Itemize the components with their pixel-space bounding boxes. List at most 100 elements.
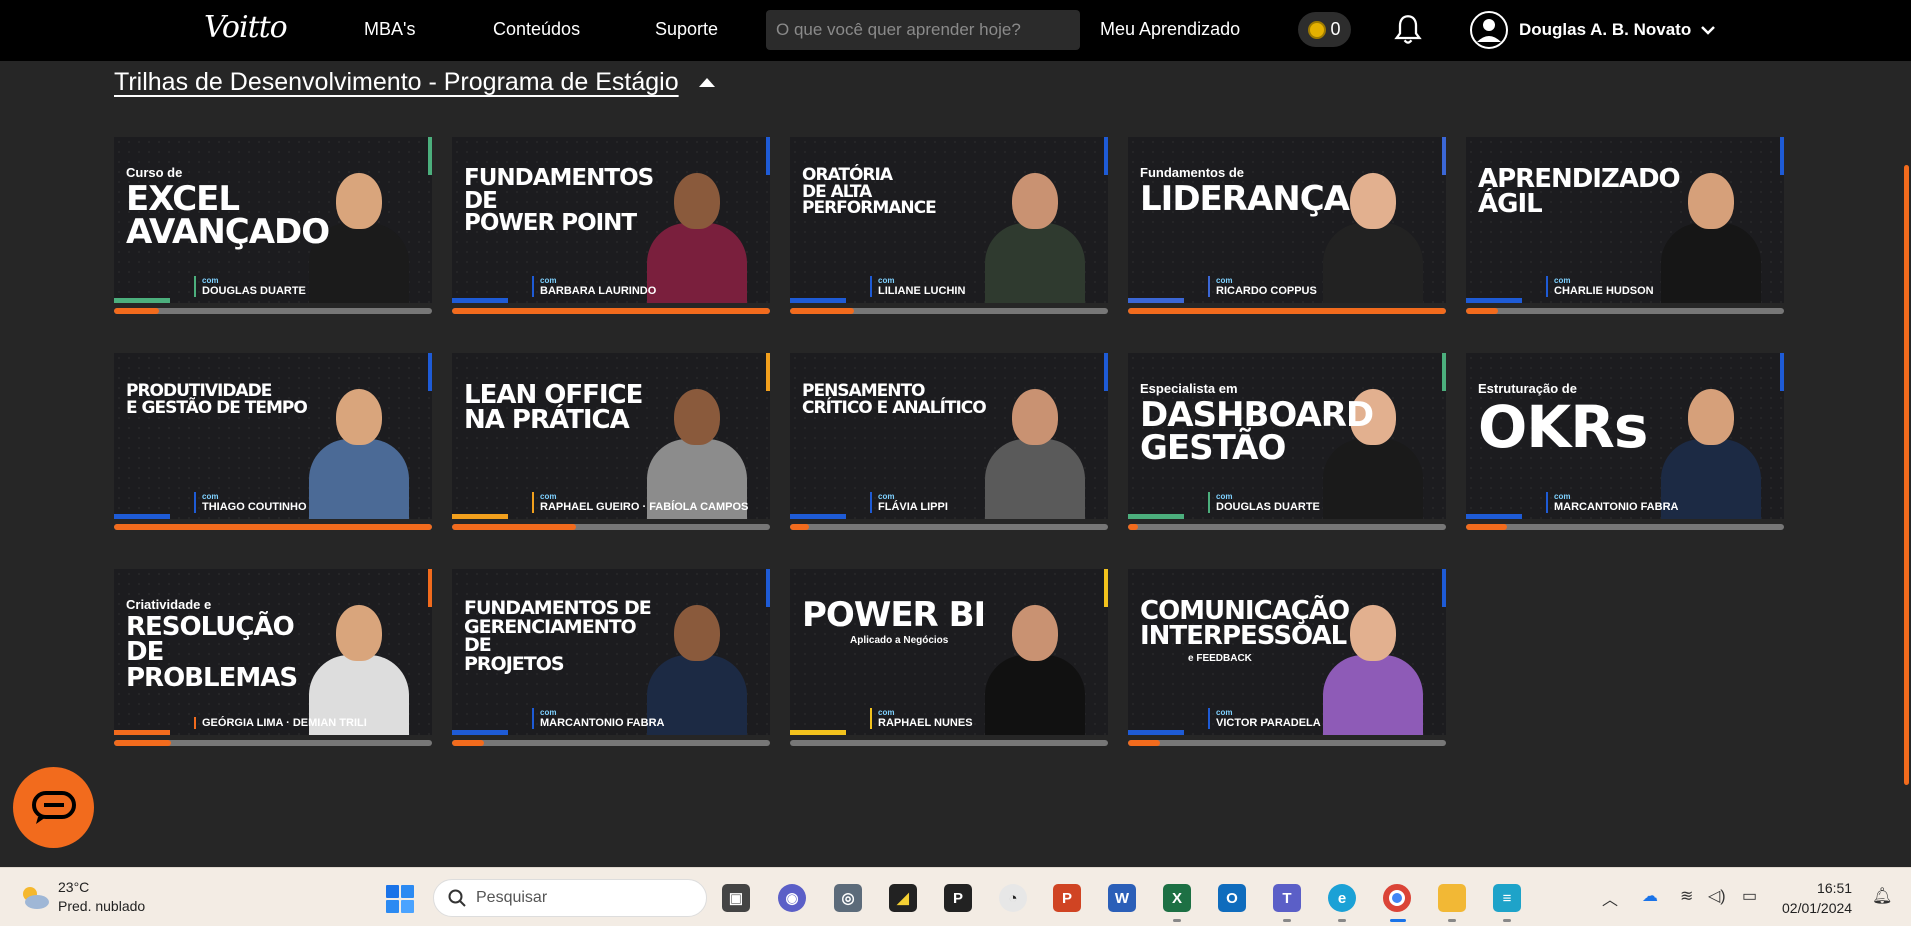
course-progress-fill	[452, 524, 577, 530]
accent-stripe	[1780, 353, 1784, 391]
teams-icon[interactable]: T	[1273, 884, 1301, 912]
course-card[interactable]: POWER BI Aplicado a Negócios com RAPHAEL NU…	[790, 569, 1108, 746]
nav-link-conteudos[interactable]: Conteúdos	[493, 19, 580, 40]
presenter-label: VICTOR PARADELA	[1216, 717, 1321, 729]
course-card[interactable]: Fundamentos de LIDERANÇA com RICARDO COPPUS	[1128, 137, 1446, 314]
voitto-logo[interactable]: Voitto	[204, 10, 288, 45]
course-thumbnail[interactable]: POWER BI Aplicado a Negócios com RAPHAEL NU…	[790, 569, 1108, 735]
course-thumbnail[interactable]: ORATÓRIA DE ALTA PERFORMANCE com LILIANE L…	[790, 137, 1108, 303]
tray-chevron-up-icon[interactable]: ︿	[1602, 886, 1618, 910]
accent-bar	[790, 298, 846, 303]
course-card[interactable]: LEAN OFFICE NA PRÁTICA com RAPHAEL GUEIRO …	[452, 353, 770, 530]
accent-stripe	[428, 353, 432, 391]
course-card[interactable]: Especialista em DASHBOARD GESTÃO com DOUGLA…	[1128, 353, 1446, 530]
coins-badge[interactable]: 0	[1298, 12, 1351, 47]
course-thumbnail[interactable]: Estruturação de OKRs com MARCANTONIO FABRA	[1466, 353, 1784, 519]
presenter-label: LILIANE LUCHIN	[878, 285, 966, 297]
speaker-icon[interactable]: ◁)	[1708, 886, 1726, 906]
course-card[interactable]: ORATÓRIA DE ALTA PERFORMANCE com LILIANE L…	[790, 137, 1108, 314]
course-card[interactable]: FUNDAMENTOS DE GERENCIAMENTO DE PROJETOS…	[452, 569, 770, 746]
course-thumbnail[interactable]: COMUNICAÇÃO INTERPESSOAL e FEEDBACK com VIC…	[1128, 569, 1446, 735]
chat-app-icon[interactable]: ◉	[778, 884, 806, 912]
course-thumbnail[interactable]: FUNDAMENTOS DE POWER POINT com BARBARA LAU…	[452, 137, 770, 303]
bell-icon[interactable]	[1394, 14, 1422, 46]
course-progress-fill	[1128, 524, 1138, 530]
explorer-running-indicator	[1448, 919, 1456, 922]
excel-icon[interactable]: X	[1163, 884, 1191, 912]
course-progress-bar	[1466, 524, 1784, 530]
taskbar-clock[interactable]: 16:51 02/01/2024	[1782, 878, 1852, 918]
app-p-icon[interactable]: P	[944, 884, 972, 912]
course-thumbnail[interactable]: PENSAMENTO CRÍTICO E ANALÍTICO com FLÁVIA …	[790, 353, 1108, 519]
camera-icon[interactable]: ◎	[834, 884, 862, 912]
course-thumbnail[interactable]: Fundamentos de LIDERANÇA com RICARDO COPPUS	[1128, 137, 1446, 303]
presenter-label: RICARDO COPPUS	[1216, 285, 1317, 297]
edge-icon[interactable]: e	[1328, 884, 1356, 912]
course-progress-bar	[1128, 524, 1446, 530]
presenter-prefix: com	[1216, 708, 1233, 717]
nav-link-meu-aprendizado[interactable]: Meu Aprendizado	[1100, 19, 1240, 40]
course-progress-bar	[114, 740, 432, 746]
course-progress-fill	[1128, 740, 1160, 746]
section-header[interactable]: Trilhas de Desenvolvimento - Programa de…	[114, 68, 715, 97]
course-card[interactable]: PRODUTIVIDADE E GESTÃO DE TEMPO com THIAGO…	[114, 353, 432, 530]
presenter-prefix: com	[540, 708, 557, 717]
sticky-notes-icon[interactable]: ◢	[889, 884, 917, 912]
course-title: LIDERANÇA	[1140, 179, 1350, 219]
presenter-prefix: com	[202, 492, 219, 501]
task-view-icon[interactable]: ▣	[722, 884, 750, 912]
onedrive-icon[interactable]: ☁	[1642, 886, 1658, 906]
nav-link-mbas[interactable]: MBA's	[364, 19, 415, 40]
accent-bar	[1128, 514, 1184, 519]
presenter-name: com CHARLIE HUDSON	[1546, 276, 1654, 297]
presenter-label: MARCANTONIO FABRA	[540, 717, 665, 729]
course-card[interactable]: Criatividade e RESOLUÇÃO DE PROBLEMAS GEÓR…	[114, 569, 432, 746]
weather-widget[interactable]: 23°C Pred. nublado	[18, 878, 145, 916]
presenter-name: com LILIANE LUCHIN	[870, 276, 965, 297]
course-card[interactable]: PENSAMENTO CRÍTICO E ANALÍTICO com FLÁVIA …	[790, 353, 1108, 530]
course-thumbnail[interactable]: PRODUTIVIDADE E GESTÃO DE TEMPO com THIAGO…	[114, 353, 432, 519]
windows-taskbar: 23°C Pred. nublado Pesquisar ▣ ◉ ◎ ◢ P ◔…	[0, 867, 1911, 926]
course-thumbnail[interactable]: Criatividade e RESOLUÇÃO DE PROBLEMAS GEÓR…	[114, 569, 432, 735]
course-progress-bar	[790, 524, 1108, 530]
course-card[interactable]: APRENDIZADO ÁGIL com CHARLIE HUDSON	[1466, 137, 1784, 314]
course-progress-fill	[790, 308, 854, 314]
course-thumbnail[interactable]: Curso de EXCEL AVANÇADO com DOUGLAS DUARTE	[114, 137, 432, 303]
course-card[interactable]: Estruturação de OKRs com MARCANTONIO FABRA	[1466, 353, 1784, 530]
presenter-prefix: com	[202, 276, 219, 285]
word-icon[interactable]: W	[1108, 884, 1136, 912]
presenter-prefix: com	[878, 708, 895, 717]
course-thumbnail[interactable]: APRENDIZADO ÁGIL com CHARLIE HUDSON	[1466, 137, 1784, 303]
powerpoint-icon[interactable]: P	[1053, 884, 1081, 912]
presenter-prefix: com	[878, 276, 895, 285]
presenter-prefix: com	[540, 492, 557, 501]
nav-link-suporte[interactable]: Suporte	[655, 19, 718, 40]
file-explorer-icon[interactable]	[1438, 884, 1466, 912]
battery-icon[interactable]: ▭	[1742, 886, 1757, 906]
accent-stripe	[1104, 569, 1108, 607]
notification-bell-icon[interactable]: 🔔︎	[1872, 886, 1892, 906]
course-card[interactable]: COMUNICAÇÃO INTERPESSOAL e FEEDBACK com VIC…	[1128, 569, 1446, 746]
chat-button[interactable]	[13, 767, 94, 848]
course-title: COMUNICAÇÃO INTERPESSOAL	[1140, 596, 1350, 652]
course-thumbnail[interactable]: Especialista em DASHBOARD GESTÃO com DOUGLA…	[1128, 353, 1446, 519]
course-card[interactable]: FUNDAMENTOS DE POWER POINT com BARBARA LAU…	[452, 137, 770, 314]
taskbar-search[interactable]: Pesquisar	[433, 879, 707, 917]
clock-app-icon[interactable]: ◔	[999, 884, 1027, 912]
search-input[interactable]	[766, 10, 1080, 50]
presenter-label: DOUGLAS DUARTE	[202, 285, 306, 297]
page-scrollbar[interactable]	[1904, 165, 1909, 785]
course-progress-bar	[1128, 740, 1446, 746]
chrome-icon[interactable]	[1383, 884, 1411, 912]
accent-bar	[114, 514, 170, 519]
course-thumbnail[interactable]: LEAN OFFICE NA PRÁTICA com RAPHAEL GUEIRO …	[452, 353, 770, 519]
course-thumbnail[interactable]: FUNDAMENTOS DE GERENCIAMENTO DE PROJETOS…	[452, 569, 770, 735]
windows-start-icon[interactable]	[385, 884, 415, 914]
outlook-icon[interactable]: O	[1218, 884, 1246, 912]
wifi-icon[interactable]: ≋	[1680, 886, 1693, 906]
course-card[interactable]: Curso de EXCEL AVANÇADO com DOUGLAS DUARTE	[114, 137, 432, 314]
notepad-icon[interactable]: ≡	[1493, 884, 1521, 912]
presenter-label: MARCANTONIO FABRA	[1554, 501, 1679, 513]
user-menu[interactable]: Douglas A. B. Novato	[1469, 10, 1716, 50]
presenter-label: RAPHAEL NUNES	[878, 717, 973, 729]
